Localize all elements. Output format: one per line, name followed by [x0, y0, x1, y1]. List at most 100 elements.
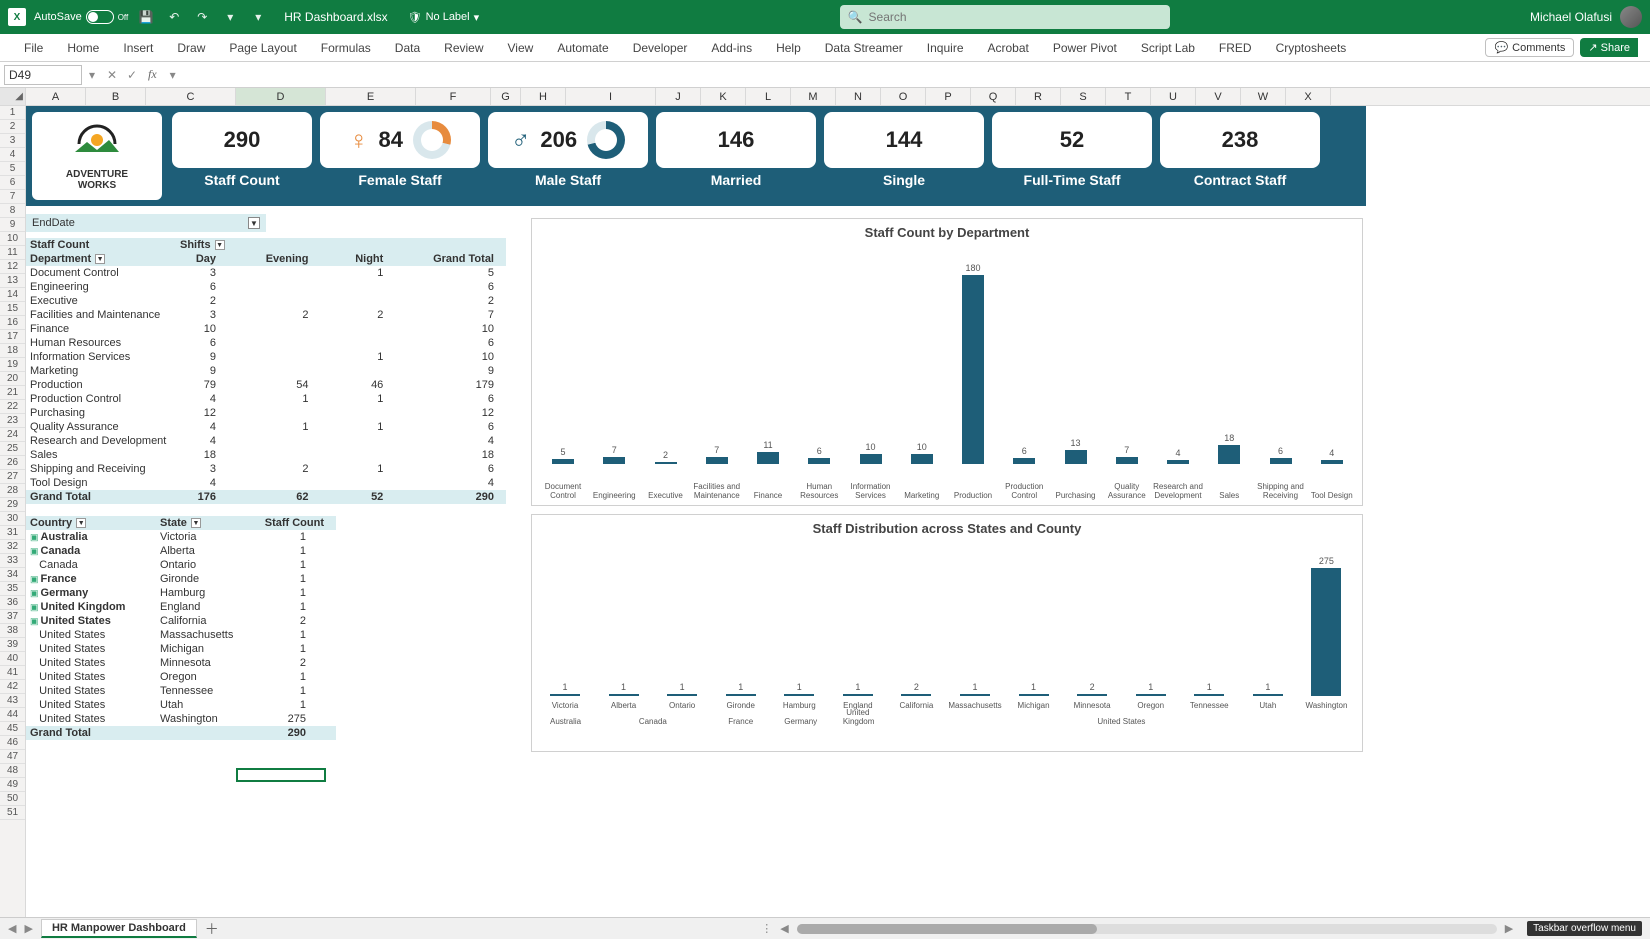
table-row[interactable]: United StatesTennessee1	[26, 684, 336, 698]
table-row[interactable]: United StatesOregon1	[26, 670, 336, 684]
col-header-X[interactable]: X	[1286, 88, 1331, 105]
sensitivity-label[interactable]: 🛡 No Label ▾	[408, 11, 480, 24]
row-header-39[interactable]: 39	[0, 638, 25, 652]
row-header-15[interactable]: 15	[0, 302, 25, 316]
ribbon-tab-fred[interactable]: FRED	[1207, 35, 1264, 61]
row-header-8[interactable]: 8	[0, 204, 25, 218]
row-header-44[interactable]: 44	[0, 708, 25, 722]
row-header-33[interactable]: 33	[0, 554, 25, 568]
formula-input[interactable]	[183, 65, 1650, 85]
row-header-4[interactable]: 4	[0, 148, 25, 162]
row-header-42[interactable]: 42	[0, 680, 25, 694]
col-header-K[interactable]: K	[701, 88, 746, 105]
chart-staff-by-state[interactable]: Staff Distribution across States and Cou…	[531, 514, 1363, 752]
enter-formula-icon[interactable]: ✓	[122, 68, 142, 82]
table-row[interactable]: United StatesWashington275	[26, 712, 336, 726]
row-header-45[interactable]: 45	[0, 722, 25, 736]
row-header-6[interactable]: 6	[0, 176, 25, 190]
selected-cell[interactable]	[236, 768, 326, 782]
row-header-48[interactable]: 48	[0, 764, 25, 778]
collapse-icon[interactable]: ▣	[30, 588, 39, 598]
col-header-V[interactable]: V	[1196, 88, 1241, 105]
row-header-3[interactable]: 3	[0, 134, 25, 148]
hscroll-left-icon[interactable]: ◀	[780, 922, 788, 935]
cancel-formula-icon[interactable]: ✕	[102, 68, 122, 82]
ribbon-tab-script-lab[interactable]: Script Lab	[1129, 35, 1207, 61]
table-row[interactable]: Marketing99	[26, 364, 506, 378]
table-row[interactable]: Sales1818	[26, 448, 506, 462]
tab-scroll-split-icon[interactable]: ⋮	[761, 922, 772, 935]
table-row[interactable]: Human Resources66	[26, 336, 506, 350]
col-header-O[interactable]: O	[881, 88, 926, 105]
table-row[interactable]: ▣CanadaAlberta1	[26, 544, 336, 558]
dropdown-icon[interactable]: ▼	[191, 518, 201, 528]
row-header-36[interactable]: 36	[0, 596, 25, 610]
avatar[interactable]	[1620, 6, 1642, 28]
col-header-T[interactable]: T	[1106, 88, 1151, 105]
row-header-22[interactable]: 22	[0, 400, 25, 414]
qat-more-icon[interactable]: ▾	[220, 7, 240, 27]
col-header-I[interactable]: I	[566, 88, 656, 105]
row-header-50[interactable]: 50	[0, 792, 25, 806]
row-header-27[interactable]: 27	[0, 470, 25, 484]
collapse-icon[interactable]: ▣	[30, 532, 39, 542]
ribbon-tab-file[interactable]: File	[12, 35, 55, 61]
table-row[interactable]: Engineering66	[26, 280, 506, 294]
row-header-37[interactable]: 37	[0, 610, 25, 624]
select-all-corner[interactable]: ◢	[0, 88, 26, 105]
row-header-34[interactable]: 34	[0, 568, 25, 582]
row-header-26[interactable]: 26	[0, 456, 25, 470]
col-header-R[interactable]: R	[1016, 88, 1061, 105]
row-header-32[interactable]: 32	[0, 540, 25, 554]
row-header-16[interactable]: 16	[0, 316, 25, 330]
ribbon-tab-automate[interactable]: Automate	[545, 35, 620, 61]
ribbon-tab-page-layout[interactable]: Page Layout	[217, 35, 308, 61]
row-header-18[interactable]: 18	[0, 344, 25, 358]
table-row[interactable]: Quality Assurance4116	[26, 420, 506, 434]
row-header-24[interactable]: 24	[0, 428, 25, 442]
table-row[interactable]: Document Control315	[26, 266, 506, 280]
col-header-P[interactable]: P	[926, 88, 971, 105]
row-header-20[interactable]: 20	[0, 372, 25, 386]
col-header-Q[interactable]: Q	[971, 88, 1016, 105]
pivot-staff-shifts[interactable]: Staff CountShifts▼Department▼DayEveningN…	[26, 238, 506, 504]
row-header-31[interactable]: 31	[0, 526, 25, 540]
qat-customize-icon[interactable]: ▾	[248, 7, 268, 27]
ribbon-tab-home[interactable]: Home	[55, 35, 111, 61]
search-box[interactable]: 🔍	[840, 5, 1170, 29]
row-header-29[interactable]: 29	[0, 498, 25, 512]
row-header-40[interactable]: 40	[0, 652, 25, 666]
row-header-35[interactable]: 35	[0, 582, 25, 596]
ribbon-tab-formulas[interactable]: Formulas	[309, 35, 383, 61]
col-header-W[interactable]: W	[1241, 88, 1286, 105]
sheet-tab-active[interactable]: HR Manpower Dashboard	[41, 919, 197, 938]
table-row[interactable]: ▣FranceGironde1	[26, 572, 336, 586]
collapse-icon[interactable]: ▣	[30, 574, 39, 584]
ribbon-tab-view[interactable]: View	[496, 35, 546, 61]
table-row[interactable]: United StatesMassachusetts1	[26, 628, 336, 642]
table-row[interactable]: Purchasing1212	[26, 406, 506, 420]
row-header-5[interactable]: 5	[0, 162, 25, 176]
tab-nav-next-icon[interactable]: ▶	[24, 922, 32, 935]
filter-icon[interactable]: ▼	[248, 217, 260, 229]
ribbon-tab-draw[interactable]: Draw	[165, 35, 217, 61]
col-header-L[interactable]: L	[746, 88, 791, 105]
ribbon-tab-inquire[interactable]: Inquire	[915, 35, 976, 61]
table-row[interactable]: Production Control4116	[26, 392, 506, 406]
ribbon-tab-acrobat[interactable]: Acrobat	[976, 35, 1041, 61]
col-header-U[interactable]: U	[1151, 88, 1196, 105]
row-header-25[interactable]: 25	[0, 442, 25, 456]
col-header-J[interactable]: J	[656, 88, 701, 105]
col-header-S[interactable]: S	[1061, 88, 1106, 105]
ribbon-tab-developer[interactable]: Developer	[621, 35, 700, 61]
table-row[interactable]: ▣United KingdomEngland1	[26, 600, 336, 614]
row-header-41[interactable]: 41	[0, 666, 25, 680]
dropdown-icon[interactable]: ▼	[76, 518, 86, 528]
col-header-H[interactable]: H	[521, 88, 566, 105]
row-header-12[interactable]: 12	[0, 260, 25, 274]
hscroll-right-icon[interactable]: ▶	[1505, 922, 1513, 935]
ribbon-tab-data[interactable]: Data	[383, 35, 432, 61]
ribbon-tab-review[interactable]: Review	[432, 35, 495, 61]
ribbon-tab-power-pivot[interactable]: Power Pivot	[1041, 35, 1129, 61]
account-name[interactable]: Michael Olafusi	[1530, 10, 1612, 24]
